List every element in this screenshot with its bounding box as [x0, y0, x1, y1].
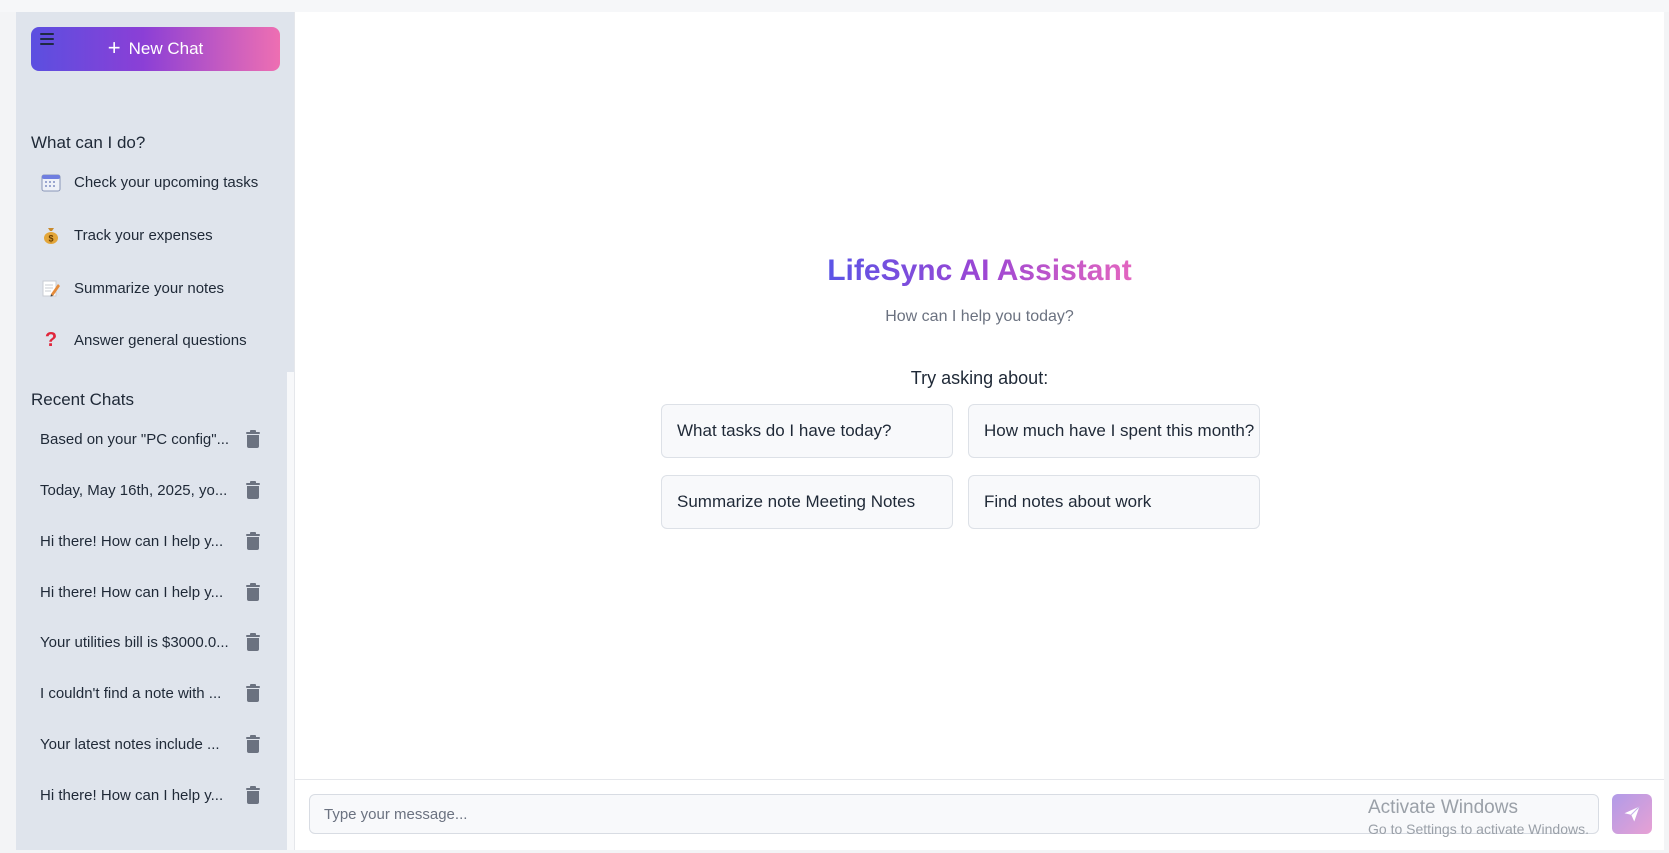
trash-icon[interactable]: [246, 480, 260, 499]
trash-icon[interactable]: [246, 531, 260, 550]
new-chat-button[interactable]: + New Chat: [31, 27, 280, 71]
page-title: LifeSync AI Assistant: [827, 254, 1132, 287]
recent-chat-label: Your latest notes include ...: [40, 735, 220, 753]
sidebar-scrollbar[interactable]: [287, 372, 294, 850]
try-asking-label: Try asking about:: [910, 368, 1049, 388]
page-subtitle: How can I help you today?: [885, 308, 1074, 325]
watermark-title: Activate Windows: [1368, 797, 1518, 818]
recent-chat-label: Hi there! How can I help y...: [40, 786, 224, 804]
recent-chat-item[interactable]: Hi there! How can I help y...: [40, 529, 260, 553]
recent-chat-item[interactable]: Hi there! How can I help y...: [40, 783, 260, 807]
suggestion-button[interactable]: Summarize note Meeting Notes: [661, 475, 953, 529]
app-container: + New Chat What can I do? Check your upc…: [16, 12, 1664, 850]
new-chat-label: New Chat: [128, 39, 204, 58]
calendar-icon: [40, 171, 62, 193]
recent-chat-item[interactable]: Your utilities bill is $3000.0...: [40, 630, 260, 654]
recent-chat-label: Your utilities bill is $3000.0...: [40, 633, 229, 651]
recent-chat-item[interactable]: I couldn't find a note with ...: [40, 681, 260, 705]
send-icon: [1624, 806, 1640, 822]
capability-item-notes[interactable]: Summarize your notes: [40, 276, 224, 300]
chat-main: LifeSync AI Assistant How can I help you…: [295, 12, 1664, 850]
capability-label: Summarize your notes: [74, 279, 225, 297]
recent-chat-label: Hi there! How can I help y...: [40, 532, 224, 550]
capability-item-questions[interactable]: ? Answer general questions: [40, 328, 247, 352]
recent-chat-label: Today, May 16th, 2025, yo...: [40, 481, 228, 499]
trash-icon[interactable]: [246, 582, 260, 601]
activate-windows-watermark: Activate Windows Go to Settings to activ…: [1368, 797, 1589, 837]
recent-chat-label: Hi there! How can I help y...: [40, 583, 224, 601]
watermark-subtitle: Go to Settings to activate Windows.: [1368, 821, 1589, 837]
trash-icon[interactable]: [246, 683, 260, 702]
recent-chat-item[interactable]: Today, May 16th, 2025, yo...: [40, 478, 260, 502]
recent-chat-item[interactable]: Hi there! How can I help y...: [40, 580, 260, 604]
window-top-strip: [0, 0, 1669, 12]
question-icon: ?: [44, 328, 58, 351]
svg-text:$: $: [48, 234, 53, 244]
capability-label: Track your expenses: [74, 226, 213, 244]
recent-chats-title: Recent Chats: [31, 390, 134, 409]
memo-icon: [40, 277, 62, 299]
recent-chat-item[interactable]: Your latest notes include ...: [40, 732, 260, 756]
capabilities-title: What can I do?: [31, 133, 146, 152]
recent-chat-label: Based on your "PC config"...: [40, 430, 230, 448]
trash-icon[interactable]: [246, 785, 260, 804]
plus-icon: +: [107, 35, 121, 60]
sidebar: + New Chat What can I do? Check your upc…: [16, 12, 295, 850]
menu-icon[interactable]: [40, 33, 54, 45]
recent-chat-label: I couldn't find a note with ...: [40, 684, 222, 702]
trash-icon[interactable]: [246, 632, 260, 651]
trash-icon[interactable]: [246, 734, 260, 753]
trash-icon[interactable]: [246, 429, 260, 448]
suggestion-button[interactable]: What tasks do I have today?: [661, 404, 953, 458]
capability-label: Check your upcoming tasks: [74, 173, 259, 191]
send-button[interactable]: [1612, 794, 1652, 834]
recent-chat-item[interactable]: Based on your "PC config"...: [40, 427, 260, 451]
capability-item-expenses[interactable]: $ Track your expenses: [40, 223, 213, 247]
money-bag-icon: $: [40, 224, 62, 246]
capability-item-tasks[interactable]: Check your upcoming tasks: [40, 170, 258, 194]
suggestion-button[interactable]: How much have I spent this month?: [968, 404, 1260, 458]
capability-label: Answer general questions: [74, 331, 247, 349]
suggestion-button[interactable]: Find notes about work: [968, 475, 1260, 529]
